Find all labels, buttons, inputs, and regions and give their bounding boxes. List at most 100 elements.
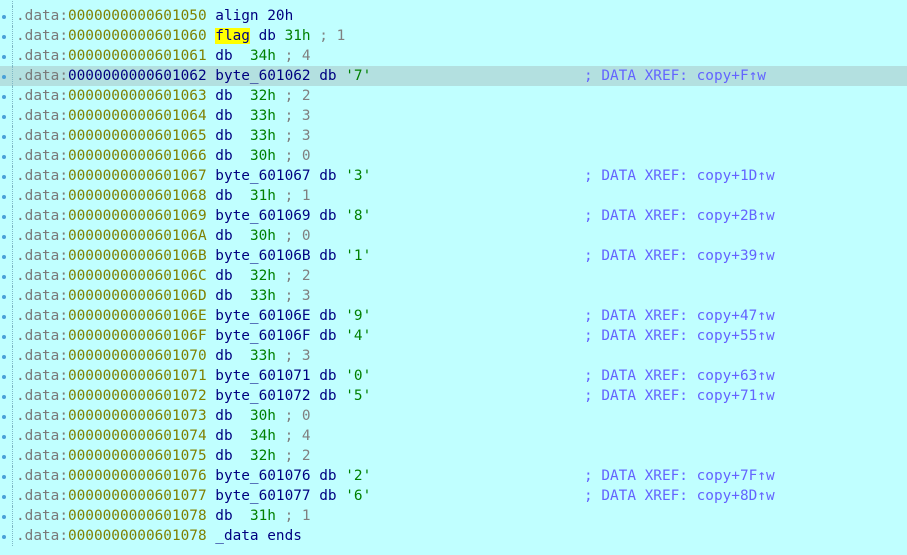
symbol-label[interactable]: byte_60106E — [215, 308, 310, 324]
symbol-label[interactable]: byte_601076 — [215, 468, 310, 484]
operand[interactable]: 34h — [250, 48, 276, 64]
listing-row[interactable]: .data:0000000000601060 flag db 31h ; 1 — [0, 26, 907, 46]
operand[interactable]: 30h — [250, 228, 276, 244]
symbol-label[interactable]: byte_601067 — [215, 168, 310, 184]
breakpoint-dot-icon[interactable] — [2, 375, 6, 379]
operand[interactable]: '4' — [345, 328, 371, 344]
breakpoint-dot-icon[interactable] — [2, 155, 6, 159]
data-xref-comment[interactable]: ; DATA XREF: copy+63↑w — [584, 366, 775, 386]
listing-row[interactable]: .data:0000000000601072 byte_601072 db '5… — [0, 386, 907, 406]
operand[interactable]: 32h — [250, 268, 276, 284]
breakpoint-dot-icon[interactable] — [2, 15, 6, 19]
address[interactable]: 0000000000601070 — [68, 348, 207, 364]
operand[interactable]: 31h — [285, 28, 311, 44]
address[interactable]: 0000000000601072 — [68, 388, 207, 404]
breakpoint-dot-icon[interactable] — [2, 175, 6, 179]
listing-row[interactable]: .data:0000000000601064 db 33h ; 3 — [0, 106, 907, 126]
address[interactable]: 0000000000601062 — [68, 68, 207, 84]
address[interactable]: 0000000000601063 — [68, 88, 207, 104]
breakpoint-dot-icon[interactable] — [2, 475, 6, 479]
listing-row[interactable]: .data:0000000000601050 align 20h — [0, 6, 907, 26]
breakpoint-dot-icon[interactable] — [2, 315, 6, 319]
breakpoint-dot-icon[interactable] — [2, 35, 6, 39]
address[interactable]: 0000000000601050 — [68, 0, 207, 4]
symbol-label[interactable]: byte_601062 — [215, 68, 310, 84]
listing-row[interactable]: .data:0000000000601066 db 30h ; 0 — [0, 146, 907, 166]
operand[interactable]: '0' — [345, 368, 371, 384]
operand[interactable]: '6' — [345, 488, 371, 504]
breakpoint-dot-icon[interactable] — [2, 355, 6, 359]
operand[interactable]: '2' — [345, 468, 371, 484]
listing-row[interactable]: .data:0000000000601062 byte_601062 db '7… — [0, 66, 907, 86]
breakpoint-dot-icon[interactable] — [2, 495, 6, 499]
breakpoint-dot-icon[interactable] — [2, 55, 6, 59]
operand[interactable]: 33h — [250, 348, 276, 364]
operand[interactable]: '9' — [345, 308, 371, 324]
address[interactable]: 0000000000601076 — [68, 468, 207, 484]
breakpoint-dot-icon[interactable] — [2, 275, 6, 279]
data-xref-comment[interactable]: ; DATA XREF: copy+7F↑w — [584, 466, 775, 486]
address[interactable]: 0000000000601065 — [68, 128, 207, 144]
data-xref-comment[interactable]: ; DATA XREF: copy+8D↑w — [584, 486, 775, 506]
operand[interactable]: '7' — [345, 68, 371, 84]
disassembly-listing[interactable]: .data:0000000000601050 .data:00000000006… — [0, 0, 907, 546]
address[interactable]: 000000000060106A — [68, 228, 207, 244]
breakpoint-dot-icon[interactable] — [2, 235, 6, 239]
operand[interactable]: 30h — [250, 408, 276, 424]
listing-row[interactable]: .data:000000000060106A db 30h ; 0 — [0, 226, 907, 246]
address[interactable]: 0000000000601071 — [68, 368, 207, 384]
breakpoint-dot-icon[interactable] — [2, 215, 6, 219]
data-xref-comment[interactable]: ; DATA XREF: copy+47↑w — [584, 306, 775, 326]
address[interactable]: 0000000000601077 — [68, 488, 207, 504]
listing-row[interactable]: .data:0000000000601078 _data ends — [0, 526, 907, 546]
symbol-label[interactable]: byte_601069 — [215, 208, 310, 224]
address[interactable]: 0000000000601074 — [68, 428, 207, 444]
breakpoint-dot-icon[interactable] — [2, 195, 6, 199]
data-xref-comment[interactable]: ; DATA XREF: copy+2B↑w — [584, 206, 775, 226]
address[interactable]: 0000000000601078 — [68, 528, 207, 544]
operand[interactable]: '5' — [345, 388, 371, 404]
operand[interactable]: 33h — [250, 108, 276, 124]
symbol-label[interactable]: byte_60106F — [215, 328, 310, 344]
operand[interactable]: 31h — [250, 508, 276, 524]
listing-row[interactable]: .data:0000000000601067 byte_601067 db '3… — [0, 166, 907, 186]
operand[interactable]: 33h — [250, 128, 276, 144]
listing-row[interactable]: .data:000000000060106D db 33h ; 3 — [0, 286, 907, 306]
listing-row[interactable]: .data:000000000060106F byte_60106F db '4… — [0, 326, 907, 346]
listing-row[interactable]: .data:0000000000601075 db 32h ; 2 — [0, 446, 907, 466]
listing-row[interactable]: .data:0000000000601063 db 32h ; 2 — [0, 86, 907, 106]
operand[interactable]: '1' — [345, 248, 371, 264]
listing-row[interactable]: .data:0000000000601065 db 33h ; 3 — [0, 126, 907, 146]
data-xref-comment[interactable]: ; DATA XREF: copy+55↑w — [584, 326, 775, 346]
listing-row[interactable]: .data:0000000000601070 db 33h ; 3 — [0, 346, 907, 366]
address[interactable]: 0000000000601069 — [68, 208, 207, 224]
operand[interactable]: 32h — [250, 88, 276, 104]
listing-row[interactable]: .data:0000000000601076 byte_601076 db '2… — [0, 466, 907, 486]
listing-row[interactable]: .data:000000000060106B byte_60106B db '1… — [0, 246, 907, 266]
operand[interactable]: 33h — [250, 288, 276, 304]
address[interactable]: 0000000000601066 — [68, 148, 207, 164]
listing-row[interactable]: .data:0000000000601078 db 31h ; 1 — [0, 506, 907, 526]
breakpoint-dot-icon[interactable] — [2, 535, 6, 539]
listing-row[interactable]: .data:0000000000601073 db 30h ; 0 — [0, 406, 907, 426]
breakpoint-dot-icon[interactable] — [2, 135, 6, 139]
operand[interactable]: '8' — [345, 208, 371, 224]
address[interactable]: 0000000000601073 — [68, 408, 207, 424]
operand[interactable]: 34h — [250, 428, 276, 444]
address[interactable]: 0000000000601068 — [68, 188, 207, 204]
address[interactable]: 000000000060106D — [68, 288, 207, 304]
data-xref-comment[interactable]: ; DATA XREF: copy+39↑w — [584, 246, 775, 266]
address[interactable]: 0000000000601078 — [68, 508, 207, 524]
symbol-label[interactable]: flag — [215, 28, 250, 44]
breakpoint-dot-icon[interactable] — [2, 335, 6, 339]
data-xref-comment[interactable]: ; DATA XREF: copy+1D↑w — [584, 166, 775, 186]
breakpoint-dot-icon[interactable] — [2, 515, 6, 519]
operand[interactable]: 30h — [250, 148, 276, 164]
address[interactable]: 0000000000601061 — [68, 48, 207, 64]
breakpoint-dot-icon[interactable] — [2, 255, 6, 259]
operand[interactable]: 32h — [250, 448, 276, 464]
address[interactable]: 0000000000601067 — [68, 168, 207, 184]
listing-row[interactable]: .data:0000000000601061 db 34h ; 4 — [0, 46, 907, 66]
breakpoint-dot-icon[interactable] — [2, 115, 6, 119]
address[interactable]: 000000000060106F — [68, 328, 207, 344]
